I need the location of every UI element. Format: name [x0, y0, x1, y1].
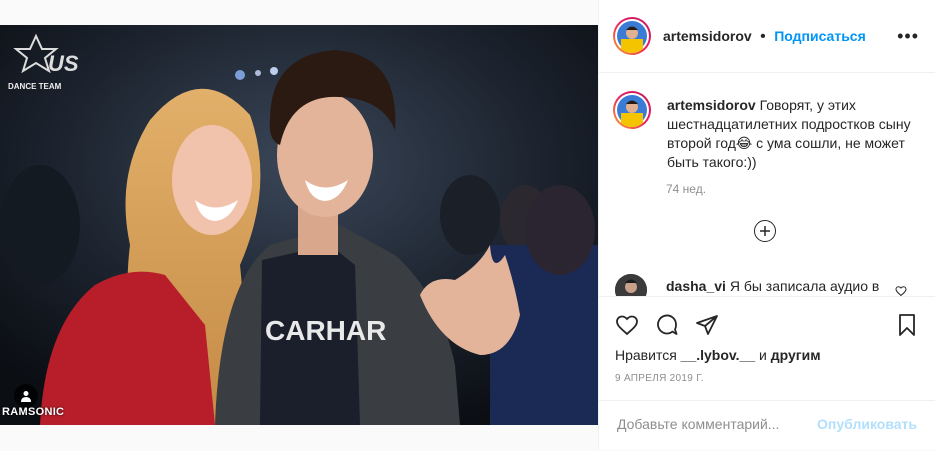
more-icon[interactable]: •••	[897, 26, 919, 47]
caption-username[interactable]: artemsidorov	[667, 97, 756, 113]
plus-circle-icon[interactable]	[754, 220, 776, 242]
comment-form: Опубликовать	[599, 400, 935, 451]
comment-icon[interactable]	[655, 313, 679, 342]
dance-team-logo: US DANCE TEAM	[6, 31, 96, 91]
svg-text:DANCE TEAM: DANCE TEAM	[8, 82, 62, 91]
avatar-image	[617, 21, 647, 53]
comment-text: Я бы записала аудио в	[729, 278, 880, 294]
caption-time[interactable]: 74 нед.	[666, 182, 706, 196]
post-side-panel: artemsidorov • Подписаться ••• artemsido…	[598, 0, 936, 450]
post-photo[interactable]: CARHAR US DANCE TEAM RAMSONIC	[0, 25, 598, 425]
photo-credit: RAMSONIC	[2, 406, 65, 418]
likes-others[interactable]: другим	[771, 347, 821, 363]
bookmark-icon[interactable]	[895, 313, 919, 342]
comment: dasha_vi Я бы записала аудио в	[666, 278, 879, 294]
story-ring[interactable]	[613, 17, 651, 55]
avatar	[615, 19, 649, 53]
separator-dot: •	[760, 28, 766, 45]
heart-icon[interactable]	[615, 313, 639, 342]
follow-button[interactable]: Подписаться	[774, 28, 866, 44]
comment-username[interactable]: dasha_vi	[666, 278, 726, 294]
publish-button[interactable]: Опубликовать	[817, 416, 917, 432]
likes-prefix: Нравится	[615, 347, 681, 363]
caption: artemsidorov Говорят, у этих шестнадцати…	[667, 96, 913, 172]
comment-input[interactable]	[615, 415, 819, 433]
caption-story-ring[interactable]	[613, 91, 651, 129]
shirt-text: CARHAR	[265, 315, 386, 346]
likes-line: Нравится __.lybov.__ и другим	[615, 347, 821, 363]
share-icon[interactable]	[695, 313, 719, 342]
header-username[interactable]: artemsidorov	[663, 28, 752, 44]
post-date[interactable]: 9 АПРЕЛЯ 2019 Г.	[615, 373, 704, 384]
svg-text:US: US	[48, 51, 79, 76]
likes-middle: и	[755, 347, 771, 363]
user-tag-icon[interactable]	[14, 384, 38, 408]
likes-user[interactable]: __.lybov.__	[681, 347, 755, 363]
post-header: artemsidorov • Подписаться •••	[599, 0, 935, 73]
caption-avatar	[615, 93, 649, 127]
